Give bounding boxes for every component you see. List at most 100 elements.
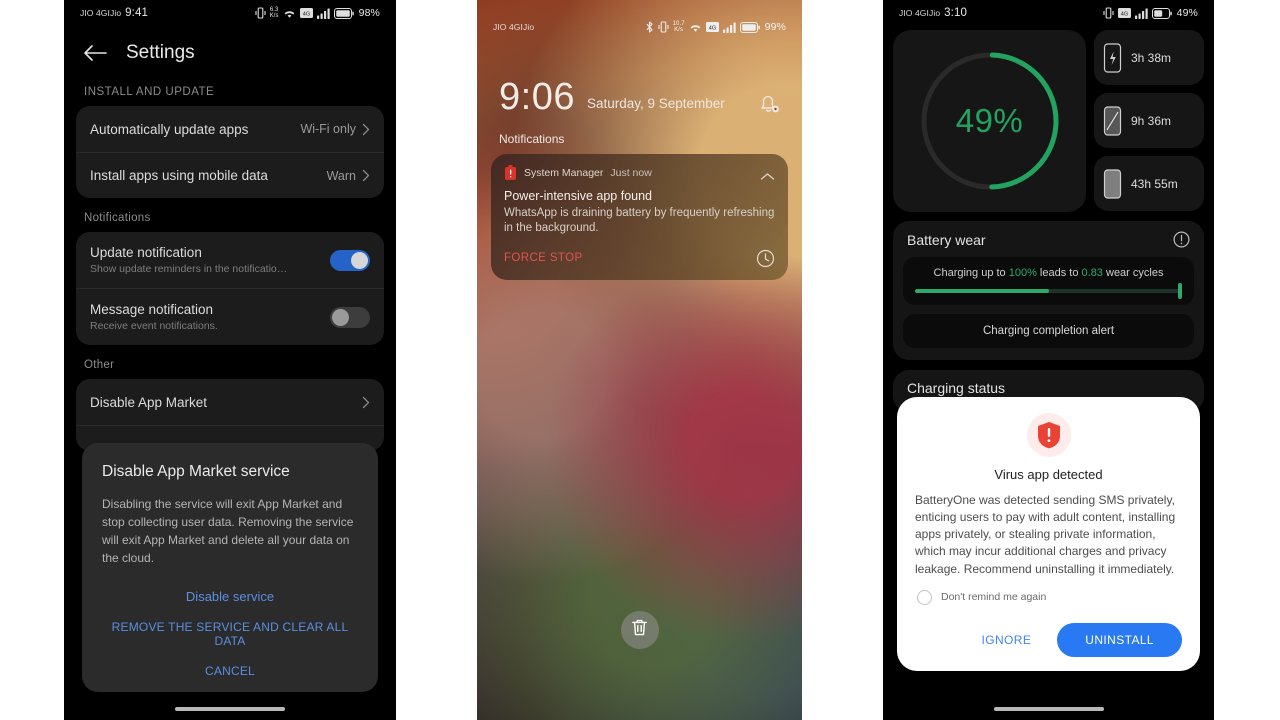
row-main: Update notification Show update reminder… <box>90 245 287 275</box>
force-stop-button[interactable]: FORCE STOP <box>504 252 583 264</box>
battery-ring-card: 49% <box>893 30 1086 212</box>
signal-bars-icon <box>722 22 736 33</box>
signal-bars-icon <box>316 8 330 19</box>
status-bar-right: 6.3 K/s 4G 98% <box>255 7 380 19</box>
dialog-actions: IGNORE UNINSTALL <box>915 622 1182 657</box>
lockscreen-clock-row: 9:06 Saturday, 9 September <box>477 40 802 116</box>
page-title: Settings <box>126 42 195 63</box>
dialog-actions: Disable service REMOVE THE SERVICE AND C… <box>102 589 358 678</box>
battery-percent-label: 99% <box>764 21 786 33</box>
dont-remind-label: Don't remind me again <box>941 591 1047 604</box>
clock-icon[interactable] <box>756 249 775 268</box>
section-label-install-and-update: INSTALL AND UPDATE <box>84 86 215 98</box>
lockscreen-date: Saturday, 9 September <box>586 96 725 111</box>
row-title: Install apps using mobile data <box>90 168 268 183</box>
status-bar: JIO 4GIJio 10.7 K/s 4G 99% <box>477 0 802 40</box>
battery-ring: 49% <box>915 46 1065 196</box>
battery-wear-text: Charging up to 100% leads to 0.83 wear c… <box>915 267 1182 279</box>
battery-wear-meter: Charging up to 100% leads to 0.83 wear c… <box>903 257 1194 305</box>
bluetooth-icon <box>645 21 654 33</box>
svg-text:4G: 4G <box>302 11 310 17</box>
tile-value: 43h 55m <box>1131 176 1178 191</box>
toggle-message-notification[interactable] <box>330 306 370 328</box>
lockscreen-clock: 9:06 <box>499 76 575 118</box>
chevron-right-icon <box>362 169 370 182</box>
dialog-title: Virus app detected <box>994 467 1103 482</box>
status-bar-right: 10.7 K/s 4G 99% <box>645 21 786 33</box>
row-value: Wi-Fi only <box>300 122 356 136</box>
cancel-button[interactable]: CANCEL <box>205 664 255 678</box>
phone-standby-icon <box>1103 168 1122 199</box>
settings-card-notifications: Update notification Show update reminder… <box>76 232 384 345</box>
data-rate-icon: 6.3 K/s <box>269 7 279 19</box>
notification-card[interactable]: System Manager Just now Power-intensive … <box>491 154 788 280</box>
disable-service-button[interactable]: Disable service <box>186 589 274 604</box>
battery-wear-progress-marker <box>1178 283 1182 299</box>
vibrate-icon <box>255 7 266 19</box>
back-arrow-icon[interactable] <box>82 43 108 63</box>
screenshot-stage: JIO 4GIJio 9:41 6.3 K/s 4G 98% Settings … <box>0 0 1280 720</box>
status-bar-left: JIO 4GIJio 9:41 <box>80 7 148 19</box>
home-indicator[interactable] <box>175 707 285 711</box>
wifi-icon <box>283 8 296 19</box>
battery-icon <box>739 21 760 33</box>
status-bar-left: JIO 4GIJio <box>493 22 534 32</box>
charging-status-title: Charging status <box>907 380 1006 396</box>
battery-wear-progress[interactable] <box>915 283 1182 299</box>
info-icon[interactable] <box>1173 231 1190 248</box>
notification-timestamp: Just now <box>610 166 652 179</box>
notification-body: WhatsApp is draining battery by frequent… <box>504 207 775 235</box>
row-right: Warn <box>327 169 370 183</box>
battery-wear-card: Battery wear Charging up to 100% leads t… <box>893 221 1204 360</box>
chevron-right-icon <box>362 123 370 136</box>
dont-remind-checkbox[interactable] <box>917 589 932 605</box>
carrier-label: JIO 4GIJio <box>80 8 122 18</box>
chevron-up-icon[interactable] <box>760 168 775 180</box>
section-label-notifications: Notifications <box>84 212 151 224</box>
notification-footer: FORCE STOP <box>504 249 775 268</box>
charging-completion-alert-button[interactable]: Charging completion alert <box>903 314 1194 348</box>
notification-header: System Manager Just now <box>504 165 775 180</box>
wifi-icon <box>689 22 702 33</box>
row-main: Automatically update apps <box>90 122 248 137</box>
battery-icon <box>1151 7 1172 19</box>
tile-screen-on-time[interactable]: 9h 36m <box>1094 93 1204 148</box>
trash-button[interactable] <box>620 611 659 649</box>
row-title: Update notification <box>90 245 202 260</box>
home-indicator[interactable] <box>993 707 1104 711</box>
remove-service-clear-data-button[interactable]: REMOVE THE SERVICE AND CLEAR ALL DATA <box>102 620 358 648</box>
bell-gear-icon[interactable] <box>756 90 782 116</box>
wear-text-prefix: Charging up to <box>933 267 1009 279</box>
virus-detected-dialog: Virus app detected BatteryOne was detect… <box>897 397 1200 671</box>
disable-app-market-dialog: Disable App Market service Disabling the… <box>82 443 378 692</box>
row-value: Warn <box>326 168 356 183</box>
toggle-knob <box>332 308 349 326</box>
settings-row-mobile-data-install[interactable]: Install apps using mobile data Warn <box>76 152 384 198</box>
row-main: Disable App Market <box>90 395 207 410</box>
settings-row-update-notification[interactable]: Update notification Show update reminder… <box>76 232 384 288</box>
status-bar: JIO 4GIJio 3:10 4G 49% <box>883 0 1214 26</box>
svg-text:4G: 4G <box>1120 11 1128 17</box>
settings-card-install-and-update: Automatically update apps Wi-Fi only Ins… <box>76 106 384 198</box>
toggle-update-notification[interactable] <box>330 249 370 271</box>
phone-screenshot-battery-manager: JIO 4GIJio 3:10 4G 49% 49% 3h 38m 9h 36m… <box>883 0 1214 720</box>
tile-standby-time[interactable]: 43h 55m <box>1094 156 1204 211</box>
carrier-label: JIO 4GIJio <box>493 22 535 32</box>
status-bar-left: JIO 4GIJio 3:10 <box>899 7 967 19</box>
uninstall-button[interactable]: UNINSTALL <box>1057 622 1182 657</box>
tile-charging-time[interactable]: 3h 38m <box>1094 30 1204 85</box>
sim-signal-icon: 4G <box>1117 8 1131 18</box>
status-bar-clock: 3:10 <box>944 7 967 19</box>
ignore-button[interactable]: IGNORE <box>974 627 1040 653</box>
phone-screen-on-icon <box>1103 105 1122 136</box>
battery-manager-screen: 49% 3h 38m 9h 36m 43h 55m Battery wear C… <box>883 26 1214 412</box>
wear-text-suffix: wear cycles <box>1102 267 1164 279</box>
section-label-other: Other <box>84 359 115 371</box>
settings-row-message-notification[interactable]: Message notification Receive event notif… <box>76 288 384 345</box>
notifications-label: Notifications <box>499 132 565 146</box>
dont-remind-checkbox-row[interactable]: Don't remind me again <box>915 589 1182 605</box>
settings-row-disable-app-market[interactable]: Disable App Market <box>76 379 384 425</box>
row-title: Disable App Market <box>90 394 208 410</box>
settings-row-auto-update[interactable]: Automatically update apps Wi-Fi only <box>76 106 384 152</box>
settings-card-other: Disable App Market <box>76 379 384 451</box>
